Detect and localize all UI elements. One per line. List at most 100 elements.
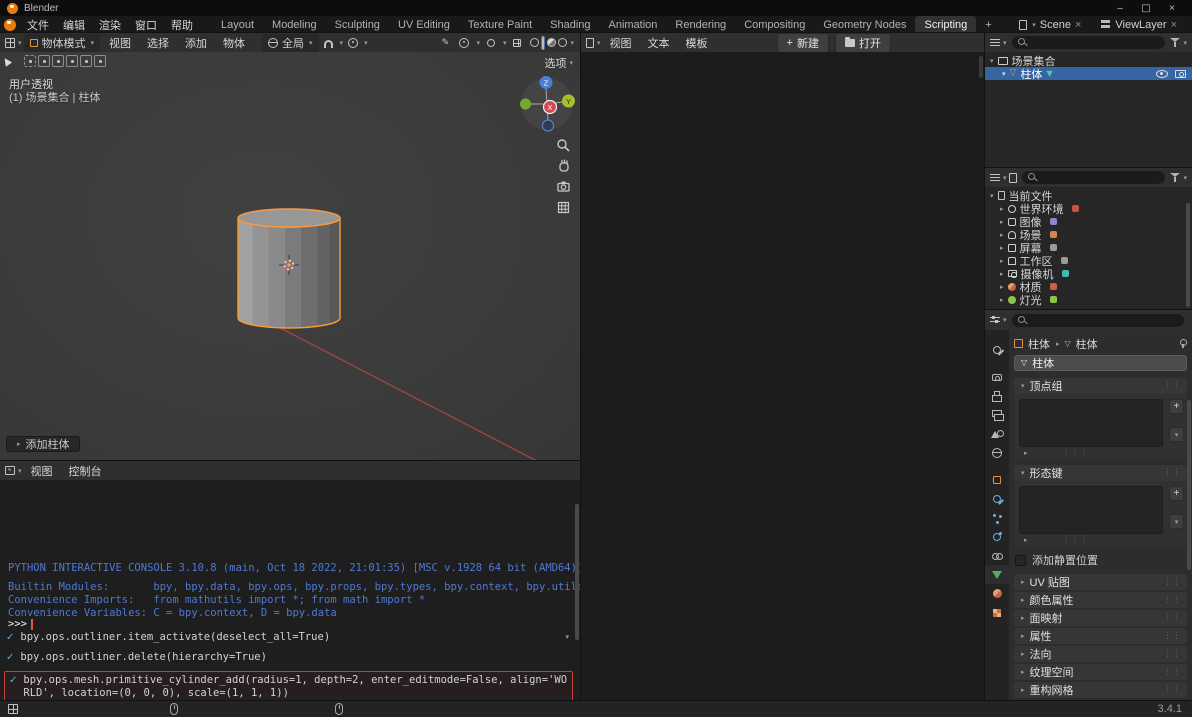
tab-layout[interactable]: Layout [212, 16, 263, 33]
properties-tab-view-layer[interactable] [985, 405, 1009, 424]
properties-tab-physics[interactable] [985, 527, 1009, 546]
toggle-orthographic-icon[interactable] [556, 200, 572, 216]
gizmo-minus-y-ball[interactable] [520, 98, 531, 110]
solid-shading-icon[interactable] [541, 35, 546, 50]
console-menu-view[interactable]: 视图 [24, 462, 60, 480]
remove-viewlayer-icon[interactable]: × [1171, 19, 1177, 31]
blend-file-root-row[interactable]: ▾ 当前文件 [985, 189, 1192, 203]
info-log-row-selected[interactable]: ✓ bpy.ops.mesh.primitive_cylinder_add(ra… [4, 671, 573, 703]
properties-tab-world[interactable] [985, 443, 1009, 462]
remesh-panel-header[interactable]: ▸ 重构网格 ⋮⋮ [1014, 682, 1187, 698]
transform-orientation-dropdown[interactable]: 全局 ▾ [262, 33, 319, 52]
gizmo-minus-z-ball[interactable] [541, 119, 555, 132]
info-log-row[interactable]: ✓ bpy.ops.outliner.delete(hierarchy=True… [2, 651, 573, 664]
filter-icon[interactable] [1170, 173, 1181, 182]
pin-icon[interactable] [1178, 339, 1187, 348]
drag-handle-icon[interactable]: ⋮⋮ [1163, 468, 1181, 478]
list-resize-grip[interactable]: ⋮⋮⋮ [1062, 535, 1089, 545]
text-editor-icon[interactable] [586, 37, 594, 48]
rotate-tool-icon[interactable] [66, 55, 78, 67]
vertex-groups-panel-header[interactable]: ▾ 顶点组 ⋮⋮ [1014, 378, 1187, 394]
properties-tab-particles[interactable] [985, 508, 1009, 527]
vertex-groups-list[interactable] [1019, 399, 1163, 447]
tab-uv-editing[interactable]: UV Editing [389, 16, 459, 33]
tab-geometry-nodes[interactable]: Geometry Nodes [814, 16, 915, 33]
drag-handle-icon[interactable]: ⋮⋮ [1163, 649, 1181, 659]
face-maps-panel-header[interactable]: ▸ 面映射 ⋮⋮ [1014, 610, 1187, 626]
scene-selector[interactable]: ▾ Scene × [1014, 19, 1086, 31]
attributes-panel-header[interactable]: ▸ 属性 ⋮⋮ [1014, 628, 1187, 644]
outliner-editor-icon[interactable] [990, 173, 1000, 182]
properties-scrollbar[interactable] [1187, 400, 1191, 570]
add-vertex-group-button[interactable]: + [1169, 399, 1184, 414]
menu-window[interactable]: 窗口 [128, 16, 164, 34]
close-button[interactable]: × [1159, 3, 1185, 14]
blend-file-row-scenes[interactable]: ▸ 场景 [985, 228, 1192, 242]
menu-file[interactable]: 文件 [20, 16, 56, 34]
viewport-menu-add[interactable]: 添加 [178, 34, 214, 52]
camera-view-icon[interactable] [556, 179, 572, 195]
drag-handle-icon[interactable]: ⋮⋮ [1163, 613, 1181, 623]
rest-position-checkbox[interactable] [1015, 554, 1026, 566]
tab-modeling[interactable]: Modeling [263, 16, 326, 33]
overlays-toggle-icon[interactable] [483, 36, 499, 50]
tab-sculpting[interactable]: Sculpting [326, 16, 389, 33]
tab-compositing[interactable]: Compositing [735, 16, 814, 33]
gizmo-toggle-icon[interactable] [456, 36, 472, 50]
blend-file-row-l lights[interactable]: ▸ 灯光 [985, 293, 1192, 307]
new-text-button[interactable]: + 新建 [776, 32, 829, 53]
properties-tab-scene[interactable] [985, 424, 1009, 443]
text-editor-scrollbar[interactable] [979, 56, 983, 78]
properties-editor-icon[interactable] [990, 315, 1000, 325]
blend-file-row-workspaces[interactable]: ▸ 工作区 [985, 254, 1192, 268]
zoom-view-icon[interactable] [556, 138, 572, 154]
drag-handle-icon[interactable]: ⋮⋮ [1163, 667, 1181, 677]
text-menu-text[interactable]: 文本 [641, 34, 677, 52]
list-resize-grip[interactable]: ⋮⋮⋮ [1062, 448, 1089, 458]
tab-scripting[interactable]: Scripting [915, 16, 977, 33]
color-attributes-panel-header[interactable]: ▸ 颜色属性 ⋮⋮ [1014, 592, 1187, 608]
transform-tool-icon[interactable] [94, 55, 106, 67]
open-text-button[interactable]: 打开 [834, 32, 891, 53]
properties-tab-material[interactable] [985, 584, 1009, 603]
list-filter-expand-icon[interactable]: ▸ [1024, 536, 1028, 544]
properties-tab-render[interactable] [985, 367, 1009, 386]
blend-file-search-input[interactable] [1021, 171, 1166, 184]
expand-icon[interactable]: ▸ [1000, 231, 1004, 239]
console-menu-console[interactable]: 控制台 [62, 462, 109, 480]
expand-icon[interactable]: ▸ [1000, 218, 1004, 226]
viewport-menu-view[interactable]: 视图 [102, 34, 138, 52]
active-tool-icon[interactable]: ▲ [1, 55, 14, 68]
blender-menu-icon[interactable] [4, 18, 16, 31]
expand-icon[interactable]: ▸ [1000, 296, 1004, 304]
render-visibility-camera-icon[interactable] [1175, 69, 1186, 78]
pan-view-hand-icon[interactable] [556, 158, 572, 174]
drag-handle-icon[interactable]: ⋮⋮ [1163, 685, 1181, 695]
tab-rendering[interactable]: Rendering [666, 16, 735, 33]
move-tool-icon[interactable] [52, 55, 64, 67]
properties-search-input[interactable] [1011, 313, 1184, 327]
expand-icon[interactable]: ▸ [1000, 257, 1004, 265]
breadcrumb-data-label[interactable]: 柱体 [1076, 336, 1098, 352]
properties-tab-texture[interactable] [985, 603, 1009, 622]
mesh-name-field[interactable]: ▽ 柱体 [1014, 355, 1187, 371]
maximize-button[interactable]: □ [1133, 3, 1159, 14]
vertex-group-specials-button[interactable]: ▾ [1169, 427, 1184, 442]
drag-handle-icon[interactable]: ⋮⋮ [1163, 631, 1181, 641]
minimize-button[interactable]: – [1107, 3, 1133, 14]
menu-edit[interactable]: 编辑 [56, 16, 92, 34]
scene-name[interactable]: Scene [1040, 19, 1071, 31]
cursor-tool-icon[interactable] [38, 55, 50, 67]
blend-file-row-materials[interactable]: ▸ 材质 [985, 280, 1192, 294]
xray-toggle-icon[interactable] [509, 36, 525, 50]
shape-keys-panel-header[interactable]: ▾ 形态键 ⋮⋮ [1014, 465, 1187, 481]
blend-file-row-screens[interactable]: ▸ 屏幕 [985, 241, 1192, 255]
viewport-menu-object[interactable]: 物体 [216, 34, 252, 52]
viewlayer-name[interactable]: ViewLayer [1115, 19, 1166, 31]
menu-help[interactable]: 帮助 [164, 16, 200, 34]
blend-file-row-images[interactable]: ▸ 图像 [985, 215, 1192, 229]
cylinder-object[interactable] [237, 208, 341, 329]
outliner-row-collection[interactable]: ▾ 场景集合 [985, 54, 1192, 68]
blend-file-row-worlds[interactable]: ▸ 世界环境 [985, 202, 1192, 216]
console-editor-icon[interactable] [5, 466, 15, 475]
